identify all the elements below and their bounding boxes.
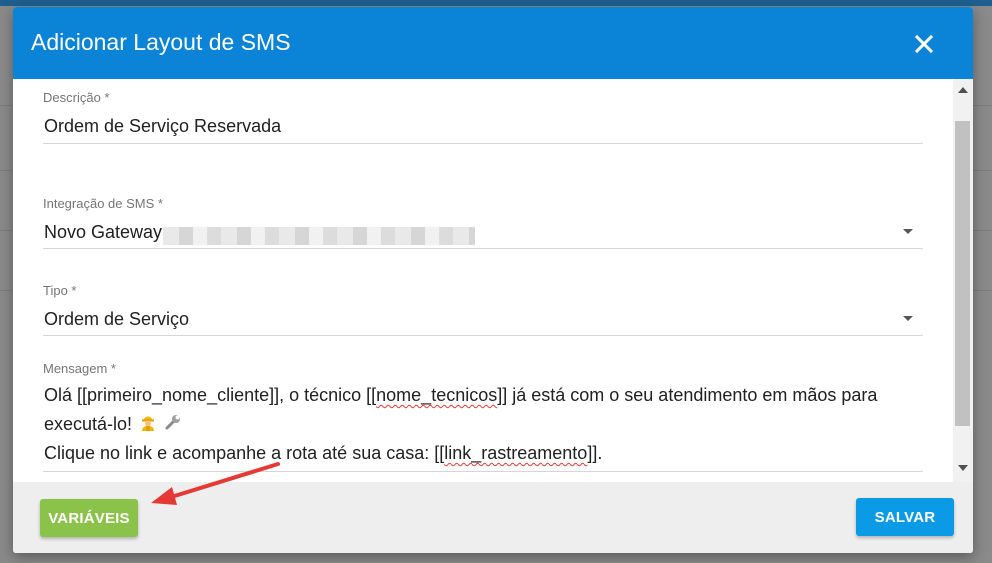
message-line: Olá [[primeiro_nome_cliente]], o técnico… — [44, 381, 924, 410]
type-underline — [43, 335, 923, 336]
chevron-down-icon[interactable] — [903, 316, 913, 321]
message-text: executá-lo! — [44, 413, 133, 434]
vertical-scrollbar[interactable] — [953, 79, 973, 482]
scroll-up-arrow-icon[interactable] — [958, 87, 968, 93]
dialog-body: Descrição * Ordem de Serviço Reservada I… — [13, 79, 973, 482]
background-top-bar — [0, 0, 992, 6]
type-label: Tipo * — [43, 283, 77, 298]
message-text: Olá [[primeiro_nome_cliente]], o técnico… — [44, 385, 377, 405]
add-sms-layout-dialog: Adicionar Layout de SMS Descrição * Orde… — [13, 7, 973, 553]
description-input[interactable]: Ordem de Serviço Reservada — [44, 116, 281, 137]
misspelled-word: nome_tecnicos — [376, 385, 498, 405]
message-text: ]]. — [587, 443, 603, 463]
construction-worker-icon — [140, 411, 156, 440]
message-label: Mensagem * — [43, 361, 116, 376]
dialog-footer: VARIÁVEIS SALVAR — [13, 482, 973, 553]
scroll-down-arrow-icon[interactable] — [958, 465, 968, 471]
close-icon — [914, 34, 934, 54]
sms-integration-label: Integração de SMS * — [43, 196, 163, 211]
misspelled-word: link_rastreamento — [444, 443, 588, 463]
description-underline — [43, 143, 923, 144]
message-text: Clique no link e acompanhe a rota até su… — [44, 443, 445, 463]
wrench-icon — [164, 411, 182, 440]
chevron-down-icon[interactable] — [903, 229, 913, 234]
variables-button[interactable]: VARIÁVEIS — [40, 499, 138, 537]
message-underline — [43, 471, 923, 472]
dialog-header: Adicionar Layout de SMS — [13, 7, 973, 79]
save-button[interactable]: SALVAR — [856, 498, 954, 536]
sms-integration-select[interactable]: Novo Gateway — [44, 222, 162, 243]
message-textarea[interactable]: Olá [[primeiro_nome_cliente]], o técnico… — [44, 381, 924, 468]
scroll-thumb[interactable] — [955, 121, 970, 426]
message-line: Clique no link e acompanhe a rota até su… — [44, 439, 924, 468]
redacted-text — [163, 227, 475, 245]
close-button[interactable] — [909, 29, 939, 59]
sms-integration-underline — [43, 248, 923, 249]
type-select[interactable]: Ordem de Serviço — [44, 309, 189, 330]
dialog-title: Adicionar Layout de SMS — [31, 29, 291, 55]
description-label: Descrição * — [43, 90, 110, 105]
message-text: ]] já está com o seu atendimento em mãos… — [497, 385, 878, 405]
message-line: executá-lo! — [44, 410, 924, 440]
